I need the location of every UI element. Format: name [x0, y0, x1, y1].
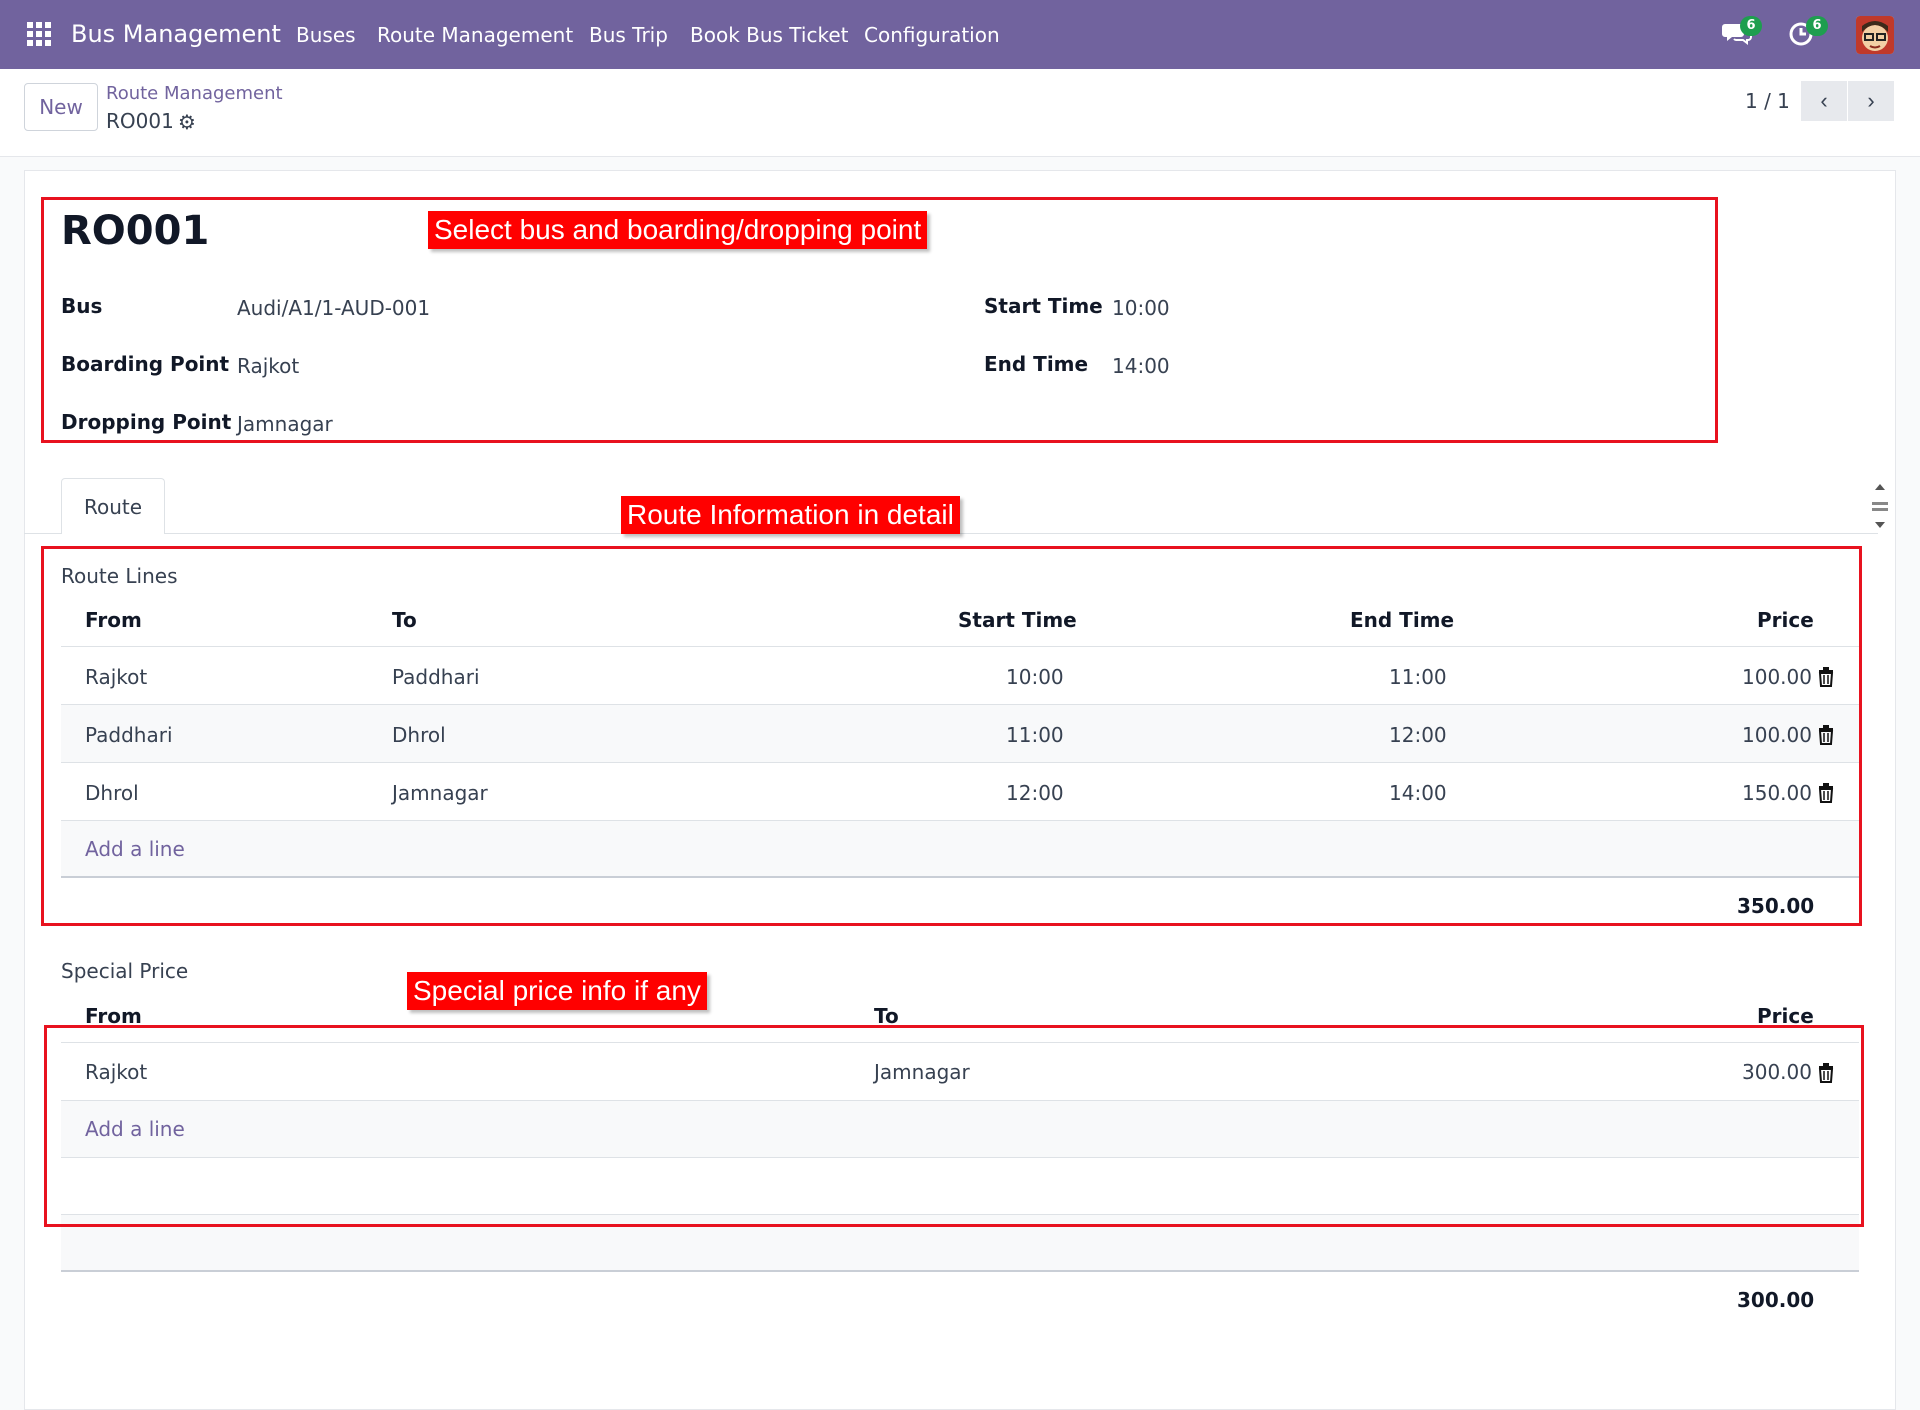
- menu-bus-trip[interactable]: Bus Trip: [589, 23, 668, 47]
- gear-icon[interactable]: ⚙: [178, 110, 196, 134]
- menu-buses[interactable]: Buses: [296, 23, 356, 47]
- new-button[interactable]: New: [24, 83, 98, 131]
- annotation-box-special-price: [44, 1025, 1864, 1227]
- menu-route-management[interactable]: Route Management: [377, 23, 573, 47]
- control-panel: New Route Management RO001 ⚙ 1 / 1 ‹ ›: [0, 69, 1920, 157]
- apps-grid-icon[interactable]: [27, 22, 51, 46]
- table-footer-divider: [61, 1270, 1859, 1272]
- menu-configuration[interactable]: Configuration: [864, 23, 1000, 47]
- pager-value[interactable]: 1 / 1: [1745, 89, 1790, 113]
- annotation-box-route-lines: [41, 546, 1862, 926]
- chat-icon[interactable]: 6: [1722, 16, 1762, 50]
- breadcrumb-parent[interactable]: Route Management: [106, 83, 283, 104]
- clock-icon[interactable]: 6: [1788, 16, 1828, 50]
- annotation-label-special-price: Special price info if any: [407, 972, 707, 1010]
- annotation-label-route-info: Route Information in detail: [621, 496, 960, 534]
- menu-book-bus-ticket[interactable]: Book Bus Ticket: [690, 23, 848, 47]
- activities-badge: 6: [1806, 16, 1828, 36]
- breadcrumb-current: RO001: [106, 109, 174, 133]
- pager-next-button[interactable]: ›: [1848, 81, 1894, 121]
- tab-route[interactable]: Route: [61, 478, 165, 534]
- special-price-total: 300.00: [1737, 1288, 1815, 1312]
- special-price-title: Special Price: [61, 959, 189, 983]
- top-navbar: Bus Management Buses Route Management Bu…: [0, 0, 1920, 69]
- messages-badge: 6: [1740, 16, 1762, 36]
- annotation-label-select-bus: Select bus and boarding/dropping point: [428, 211, 928, 249]
- scrollbar[interactable]: [1870, 478, 1890, 534]
- pager-previous-button[interactable]: ‹: [1801, 81, 1847, 121]
- app-brand[interactable]: Bus Management: [71, 20, 281, 48]
- avatar[interactable]: [1856, 16, 1894, 54]
